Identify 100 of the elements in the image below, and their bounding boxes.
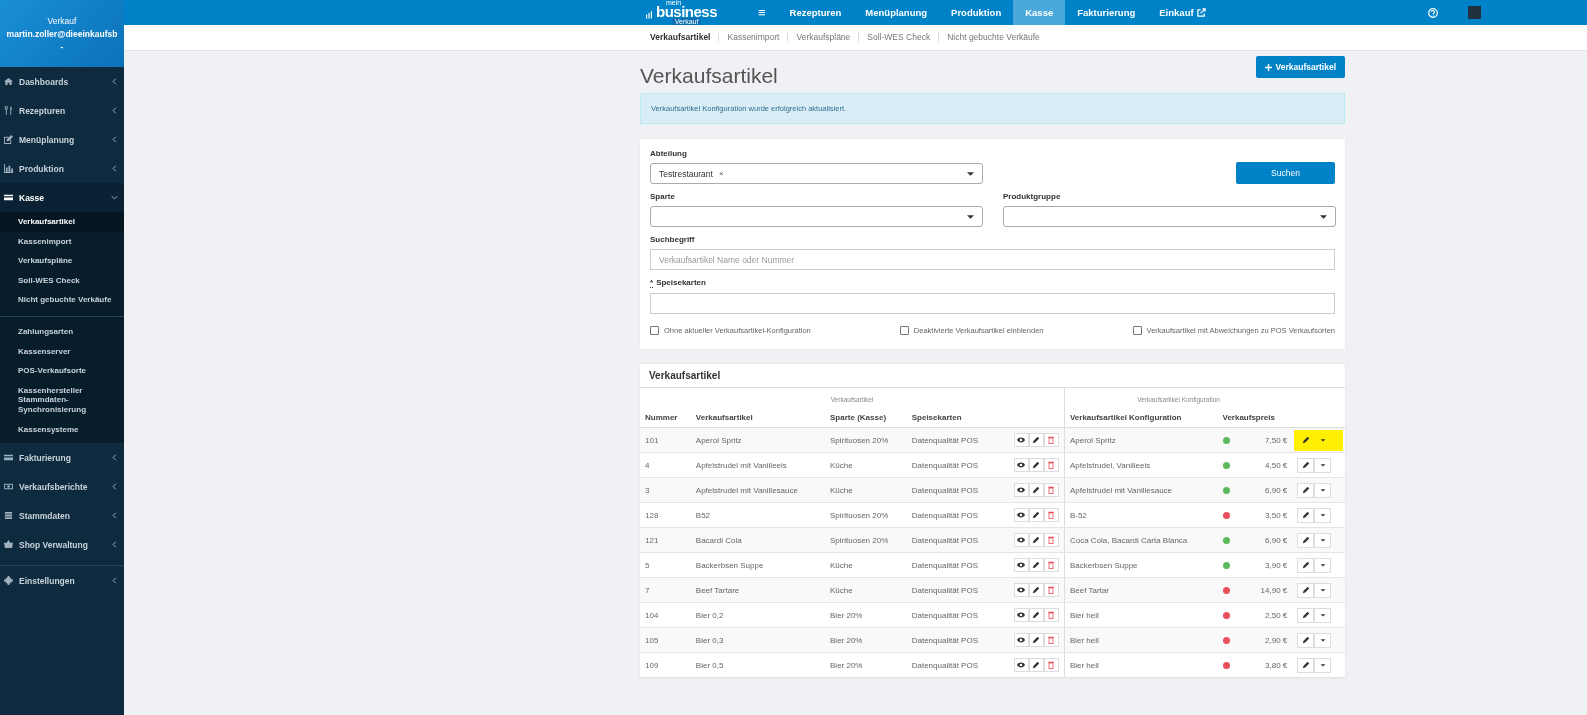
checkbox[interactable]: [1132, 326, 1142, 335]
delete-icon: [1047, 536, 1056, 544]
sidebar-subitem[interactable]: Kassensysteme: [0, 419, 124, 440]
view-button[interactable]: [1013, 633, 1029, 647]
table-cell: Apfelstrudel, Vanilleeis: [1069, 460, 1151, 470]
sidebar-item[interactable]: Rezepturen: [0, 96, 124, 125]
edit-button[interactable]: [1297, 457, 1315, 473]
column-header: Verkaufspreis: [1222, 413, 1275, 422]
sidebar-item[interactable]: Kasse: [0, 183, 124, 212]
subnav-link[interactable]: Verkaufsartikel: [642, 33, 719, 42]
checkbox[interactable]: [899, 326, 909, 335]
edit-button[interactable]: [1297, 657, 1315, 673]
edit-button[interactable]: [1297, 532, 1315, 548]
table-cell: Beef Tartare: [695, 585, 740, 595]
subnav-link[interactable]: Kassenimport: [718, 33, 788, 42]
edit-icon: [4, 135, 13, 144]
avatar-placeholder[interactable]: [1467, 6, 1481, 19]
edit-button[interactable]: [1297, 582, 1315, 598]
column-header: Verkaufsartikel: [695, 413, 753, 422]
edit-icon: [1301, 536, 1310, 544]
table-cell: Datenqualität POS: [911, 585, 978, 595]
page-title: Verkaufsartikel: [640, 64, 778, 88]
table-cell: 6,90 €: [1265, 535, 1288, 545]
delete-icon: [1047, 436, 1056, 444]
sidebar-item[interactable]: Menüplanung: [0, 125, 124, 154]
chevron-left-icon: [111, 107, 118, 114]
edit-button[interactable]: [1297, 557, 1315, 573]
subnav-link[interactable]: Verkaufspläne: [787, 33, 859, 42]
sidebar-item[interactable]: Dashboards: [0, 67, 124, 96]
view-button[interactable]: [1013, 658, 1029, 672]
department-select[interactable]: Testrestaurant ×: [650, 163, 983, 184]
dropdown-icon: [1318, 536, 1327, 544]
edit-icon: [1301, 486, 1310, 494]
sidebar-item[interactable]: Shop Verwaltung: [0, 530, 124, 560]
view-button[interactable]: [1013, 483, 1029, 497]
view-button[interactable]: [1013, 583, 1029, 597]
view-icon: [1017, 586, 1026, 594]
view-button[interactable]: [1013, 433, 1029, 447]
edit-button[interactable]: [1297, 607, 1315, 623]
sidebar-item[interactable]: Verkaufsberichte: [0, 472, 124, 502]
sidebar-item[interactable]: Fakturierung: [0, 443, 124, 473]
view-button[interactable]: [1013, 558, 1029, 572]
subnav-link[interactable]: Nicht gebuchte Verkäufe: [938, 33, 1048, 42]
field-label: Suchbegriff: [650, 235, 696, 244]
checkbox[interactable]: [650, 326, 659, 335]
table-cell: 6,90 €: [1265, 485, 1288, 495]
view-icon: [1017, 536, 1026, 544]
dropdown-icon: [1318, 436, 1327, 444]
dropdown-icon: [1318, 661, 1327, 669]
sidebar-subitem[interactable]: Nicht gebuchte Verkäufe: [0, 290, 124, 310]
nav-tab[interactable]: Einkauf: [1147, 0, 1218, 25]
table-cell: Bier hell: [1069, 635, 1099, 645]
table-cell: Bier 0,2: [695, 610, 724, 620]
chevron-left-icon: [111, 165, 118, 172]
add-button[interactable]: Verkaufsartikel: [1255, 56, 1345, 78]
search-button[interactable]: Suchen: [1236, 162, 1335, 184]
edit-icon: [1032, 661, 1041, 669]
menu-button[interactable]: ≡: [746, 0, 778, 25]
user-menu-caret[interactable]: -: [60, 41, 64, 52]
remove-tag-button[interactable]: ×: [718, 169, 724, 178]
nav-tab[interactable]: Fakturierung: [1065, 0, 1148, 25]
delete-icon: [1047, 511, 1056, 519]
field-label: Produktgruppe: [1003, 192, 1062, 201]
view-button[interactable]: [1013, 608, 1029, 622]
nav-tab[interactable]: Menüplanung: [853, 0, 940, 25]
dropdown-icon: [1318, 636, 1327, 644]
sidebar-subitem[interactable]: Soll-WES Check: [0, 270, 124, 291]
edit-icon: [1301, 661, 1310, 669]
field-label: Speisekarten: [656, 278, 706, 288]
view-button[interactable]: [1013, 458, 1029, 472]
table-cell: Küche: [830, 560, 853, 570]
selected-tag: Testrestaurant: [659, 168, 713, 179]
sidebar-subitem[interactable]: Verkaufspläne: [0, 251, 124, 271]
sidebar-item[interactable]: Produktion: [0, 154, 124, 183]
table-cell: Coca Cola, Bacardi Carta Blanca: [1069, 535, 1188, 545]
table-cell: Küche: [830, 485, 853, 495]
edit-button[interactable]: [1297, 632, 1315, 648]
edit-icon: [1032, 461, 1041, 469]
nav-tab[interactable]: Rezepturen: [777, 0, 854, 25]
view-icon: [1017, 461, 1026, 469]
table-cell: Datenqualität POS: [911, 485, 978, 495]
sidebar-subitem[interactable]: Kassenimport: [0, 231, 124, 252]
sidebar-subitem[interactable]: Verkaufsartikel: [0, 212, 124, 232]
nav-tab[interactable]: Produktion: [939, 0, 1014, 25]
bar-chart-icon: [4, 164, 13, 173]
subnav-link[interactable]: Soll-WES Check: [858, 33, 939, 42]
card-icon: [4, 193, 13, 202]
user-email[interactable]: martin.zoller@dieeinkaufsb: [6, 28, 118, 39]
table-cell: Apfelstrudel mit Vanillesauce: [1069, 485, 1173, 495]
sidebar-subitem[interactable]: Kassenhersteller Stammdaten-Synchronisierung: [0, 380, 124, 420]
view-button[interactable]: [1013, 508, 1029, 522]
table-cell: 121: [645, 535, 659, 545]
edit-button[interactable]: [1297, 507, 1315, 523]
sidebar-item[interactable]: Stammdaten: [0, 501, 124, 531]
sidebar-subitem[interactable]: Kassenserver: [0, 341, 124, 362]
search-field[interactable]: Verkaufsartikel Name oder Nummer: [650, 249, 1335, 270]
view-button[interactable]: [1013, 533, 1029, 547]
menus-field[interactable]: [650, 293, 1335, 314]
edit-button[interactable]: [1297, 482, 1315, 498]
sidebar-subitem[interactable]: POS-Verkaufsorte: [0, 361, 124, 381]
